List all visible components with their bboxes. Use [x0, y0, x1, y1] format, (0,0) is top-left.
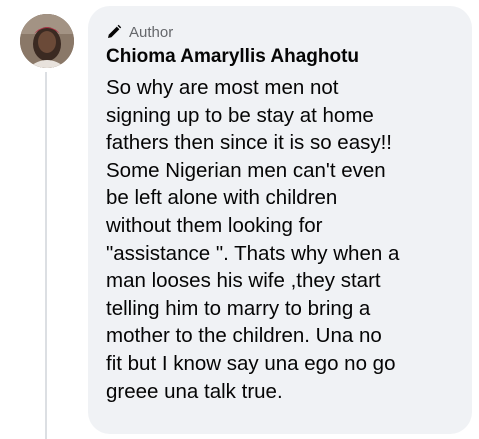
comment-text: So why are most men not signing up to be… [106, 74, 456, 405]
comment-line: man looses his wife ,they start [106, 269, 381, 293]
comment-line: signing up to be stay at home [106, 103, 374, 127]
author-badge-label: Author [129, 23, 174, 41]
comment-line: without them looking for [106, 213, 323, 237]
comment-line: telling him to marry to bring a [106, 296, 371, 320]
comment-bubble: Author Chioma Amaryllis Ahaghotu So why … [88, 6, 472, 434]
comment-line: So why are most men not [106, 76, 339, 99]
comment-line: "assistance ". Thats why when a [106, 241, 400, 265]
comment-line: greee una talk true. [106, 379, 283, 403]
comment-line: mother to the children. Una no [106, 324, 382, 348]
avatar[interactable] [20, 14, 74, 68]
comment-line: fit but I know say una ego no go [106, 351, 396, 375]
comment-line: fathers then since it is so easy!! [106, 131, 392, 155]
pencil-icon [106, 24, 122, 40]
thread-line [45, 72, 47, 439]
comment-line: Some Nigerian men can't even [106, 158, 386, 182]
comment-line: be left alone with children [106, 186, 338, 210]
author-badge: Author [106, 22, 456, 42]
author-name[interactable]: Chioma Amaryllis Ahaghotu [106, 44, 456, 70]
